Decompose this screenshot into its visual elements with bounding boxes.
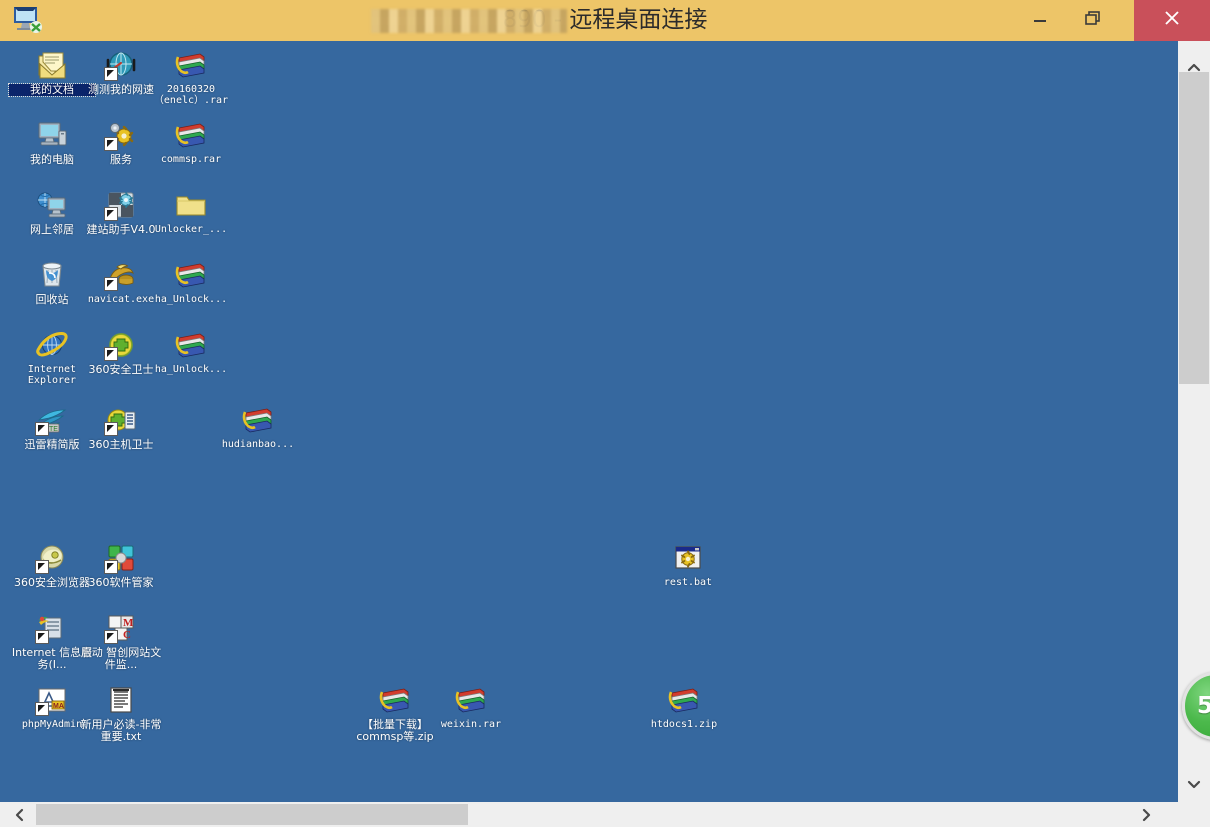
iis-manager-icon: [35, 612, 69, 644]
window-titlebar[interactable]: 890 - 远程桌面连接: [0, 0, 1210, 41]
desktop-icon[interactable]: hudianbao...: [215, 404, 301, 450]
navicat-icon: [104, 259, 138, 291]
remote-desktop-canvas[interactable]: 我的文档 测测我的网速 20160320（enelc）.rar 我的电脑 服务 …: [0, 41, 1178, 802]
desktop-icon[interactable]: 360主机卫士: [78, 404, 164, 451]
network-speed-test-icon: [104, 49, 138, 81]
phpmyadmin-icon: MA: [35, 684, 69, 716]
shortcut-overlay-icon: [35, 630, 49, 644]
desktop-icon[interactable]: 【批量下载】commsp等.zip: [352, 684, 438, 743]
winrar-archive-icon: [174, 259, 208, 291]
floating-badge-value: 58: [1197, 693, 1210, 719]
desktop-icon[interactable]: M C 启动 智创网站文件监...: [78, 612, 164, 671]
shortcut-overlay-icon: [35, 422, 49, 436]
desktop-icon-label: 360主机卫士: [88, 438, 154, 451]
desktop-icon-label: htdocs1.zip: [650, 719, 718, 730]
winrar-archive-icon: [174, 119, 208, 151]
services-icon: [104, 119, 138, 151]
desktop-icon-label: 360软件管家: [88, 576, 154, 589]
minimize-button[interactable]: [1017, 0, 1063, 41]
desktop-icon-label: hudianbao...: [221, 439, 295, 450]
360-browser-icon: [35, 542, 69, 574]
360-host-guard-icon: [104, 404, 138, 436]
desktop-icon[interactable]: weixin.rar: [428, 684, 514, 730]
my-documents-icon: [35, 49, 69, 81]
minimize-icon: [1031, 10, 1049, 32]
winrar-archive-icon: [667, 684, 701, 716]
desktop-icon[interactable]: Unlocker_...: [148, 189, 234, 235]
folder-icon: [174, 189, 208, 221]
internet-explorer-icon: [35, 329, 69, 361]
desktop-icon[interactable]: rest.bat: [645, 542, 731, 588]
shortcut-overlay-icon: [104, 277, 118, 291]
360-software-manager-icon: [104, 542, 138, 574]
horizontal-scrollbar[interactable]: [0, 802, 1178, 827]
scroll-right-icon[interactable]: [1132, 802, 1160, 827]
desktop-icon[interactable]: 新用户必读-非常重要.txt: [78, 684, 164, 743]
mmc-console-icon: M C: [104, 612, 138, 644]
network-places-icon: [35, 189, 69, 221]
winrar-archive-icon: [174, 49, 208, 81]
remote-desktop-icon: [11, 4, 45, 36]
remote-desktop-window: 890 - 远程桌面连接 我的文档 测测我的网速 20160320（enelc）…: [0, 0, 1210, 827]
shortcut-overlay-icon: [104, 422, 118, 436]
winrar-archive-icon: [241, 404, 275, 436]
shortcut-overlay-icon: [104, 560, 118, 574]
site-builder-icon: [104, 189, 138, 221]
shortcut-overlay-icon: [104, 137, 118, 151]
desktop-icon-label: 新用户必读-非常重要.txt: [80, 718, 162, 743]
shortcut-overlay-icon: [104, 630, 118, 644]
desktop-icon-label: ha_Unlock...: [154, 364, 228, 375]
horizontal-scrollbar-thumb[interactable]: [36, 804, 468, 825]
desktop-icon-label: ha_Unlock...: [154, 294, 228, 305]
scroll-down-icon[interactable]: [1178, 768, 1210, 800]
my-computer-icon: [35, 119, 69, 151]
shortcut-overlay-icon: [35, 560, 49, 574]
recycle-bin-icon: [35, 259, 69, 291]
desktop-icon-label: Unlocker_...: [154, 224, 228, 235]
restore-button[interactable]: [1070, 0, 1116, 41]
desktop-icon-label: commsp.rar: [160, 154, 222, 165]
svg-text:TE: TE: [49, 426, 58, 433]
360-safeguard-icon: [104, 329, 138, 361]
desktop-icon-label: 启动 智创网站文件监...: [80, 646, 162, 671]
desktop-icon-label: rest.bat: [663, 577, 713, 588]
svg-text:MA: MA: [53, 703, 64, 710]
desktop-icon-label: 【批量下载】commsp等.zip: [356, 718, 434, 743]
shortcut-overlay-icon: [104, 207, 118, 221]
desktop-icon[interactable]: 20160320（enelc）.rar: [148, 49, 234, 106]
winrar-archive-icon: [174, 329, 208, 361]
winrar-archive-icon: [378, 684, 412, 716]
text-file-icon: [104, 684, 138, 716]
svg-text:M: M: [123, 617, 134, 629]
desktop-icon[interactable]: ha_Unlock...: [148, 259, 234, 305]
desktop-icon[interactable]: ha_Unlock...: [148, 329, 234, 375]
restore-icon: [1083, 9, 1103, 33]
shortcut-overlay-icon: [104, 67, 118, 81]
desktop-icon-label: 20160320（enelc）.rar: [153, 84, 229, 106]
shortcut-overlay-icon: [35, 702, 49, 716]
desktop-icon[interactable]: commsp.rar: [148, 119, 234, 165]
batch-file-icon: [671, 542, 705, 574]
vertical-scrollbar-thumb[interactable]: [1179, 72, 1209, 384]
desktop-icon-label: weixin.rar: [440, 719, 502, 730]
scroll-left-icon[interactable]: [6, 802, 34, 827]
close-icon: [1161, 7, 1183, 34]
winrar-archive-icon: [454, 684, 488, 716]
svg-text:C: C: [123, 629, 131, 641]
censored-ip-address: [371, 9, 567, 33]
desktop-icon[interactable]: 360软件管家: [78, 542, 164, 589]
thunder-lite-icon: TE: [35, 404, 69, 436]
shortcut-overlay-icon: [104, 347, 118, 361]
scrollbar-corner: [1178, 802, 1210, 827]
close-button[interactable]: [1134, 0, 1210, 41]
desktop-icon[interactable]: htdocs1.zip: [641, 684, 727, 730]
